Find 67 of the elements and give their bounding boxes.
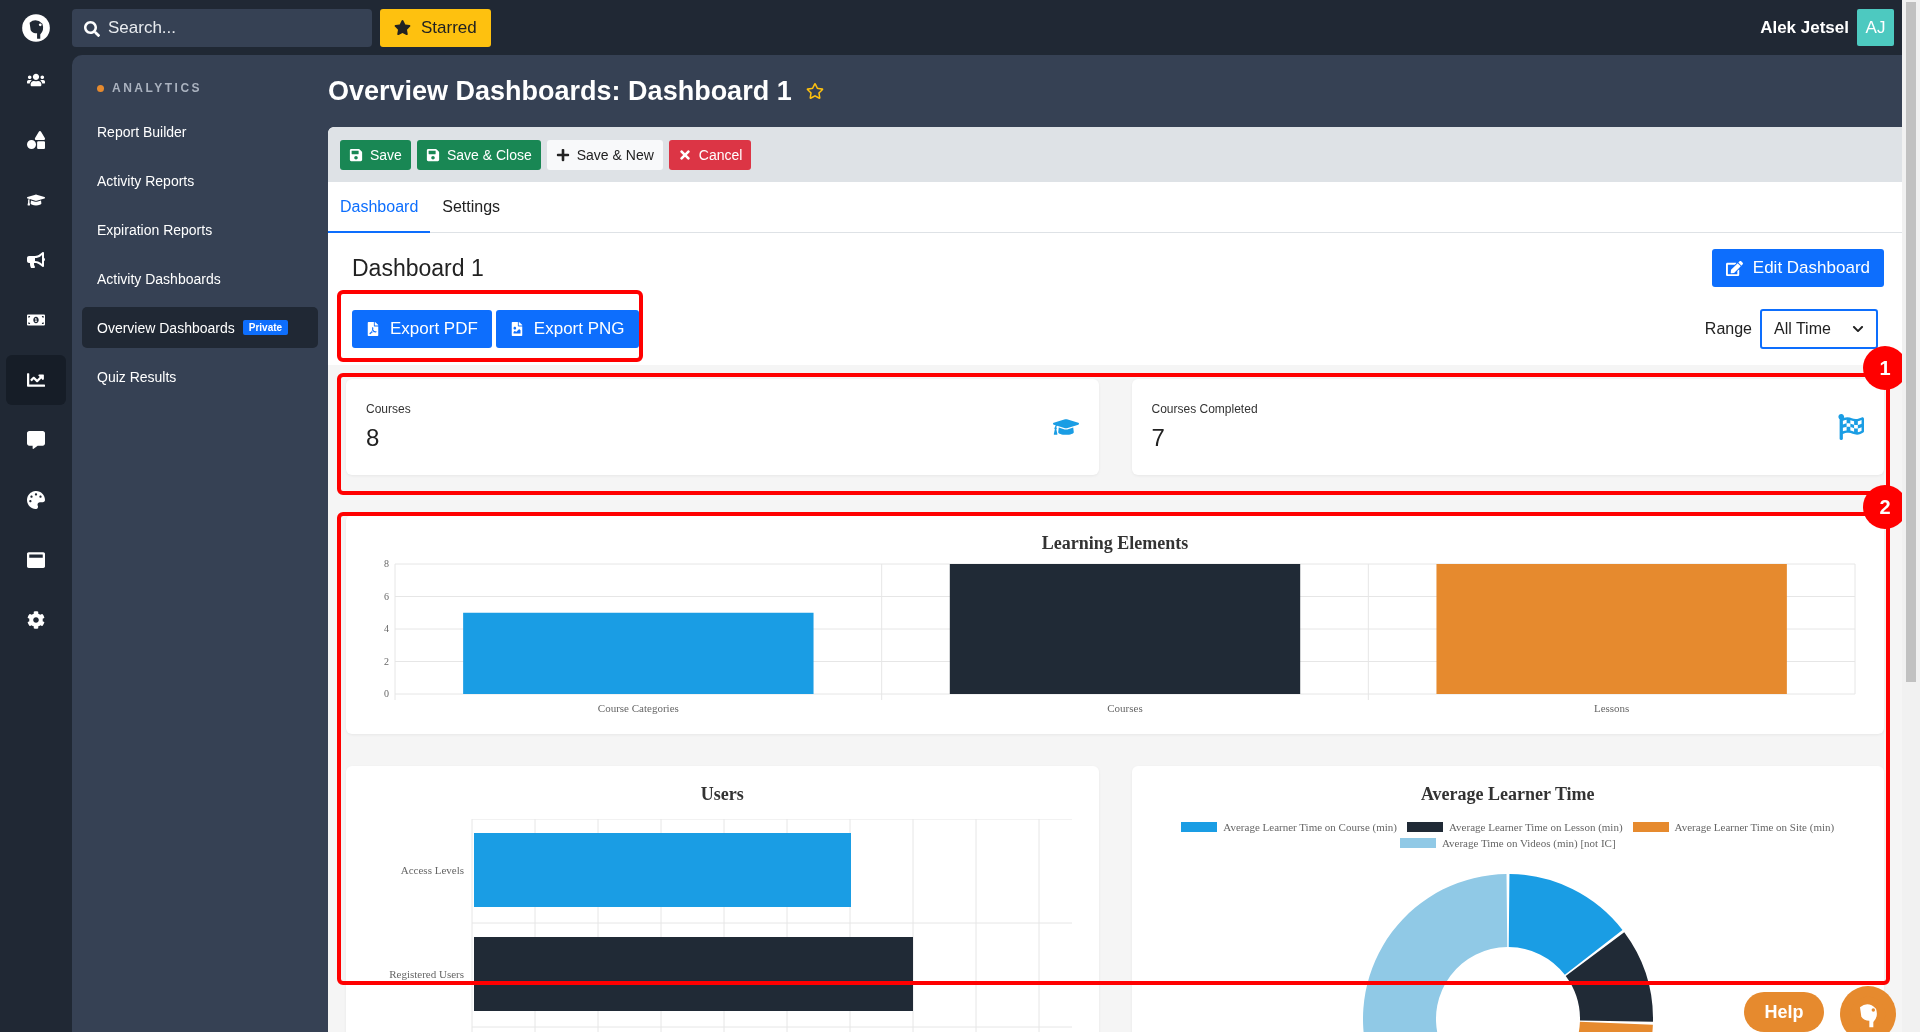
- chart-title: Users: [700, 784, 744, 805]
- users-icon: [27, 71, 45, 89]
- chart-title: Average Learner Time: [1420, 784, 1595, 805]
- sidebar-item[interactable]: Activity Dashboards: [82, 258, 318, 299]
- axis-category-label: Lessons: [1593, 702, 1630, 714]
- legend-item[interactable]: Average Time on Videos (min) [not IC]: [1399, 837, 1616, 849]
- save-icon: [349, 147, 363, 162]
- user-name[interactable]: Alek Jetsel: [1760, 17, 1849, 38]
- edit-icon: [1725, 259, 1743, 277]
- pdf-file-icon: [366, 322, 380, 336]
- toolbar-button[interactable]: Cancel: [668, 139, 752, 170]
- dashboard-title: Dashboard 1: [352, 254, 484, 282]
- range-label: Range: [1704, 320, 1752, 338]
- star-icon[interactable]: [805, 82, 824, 100]
- toolbar-button[interactable]: Save & Close: [416, 139, 541, 170]
- chat-icon: [27, 431, 45, 449]
- chart-icon: [27, 371, 45, 389]
- chart-title: Learning Elements: [1041, 533, 1189, 554]
- settings-icon: [27, 611, 45, 629]
- elephant-logo-icon: [20, 11, 52, 44]
- stat-label: Courses: [366, 402, 411, 416]
- megaphone-icon: [27, 251, 45, 269]
- sidebar-item[interactable]: Report Builder: [82, 111, 318, 152]
- section-heading: ANALYTICS: [82, 73, 318, 103]
- legend-item[interactable]: Average Learner Time on Lesson (min): [1406, 821, 1623, 833]
- sidebar-item[interactable]: Expiration Reports: [82, 209, 318, 250]
- palette-icon: [27, 491, 45, 509]
- axis-category-label: Registered Users: [389, 968, 465, 980]
- save-icon: [425, 147, 440, 162]
- axis-category-label: Access Levels: [401, 864, 465, 876]
- axis-tick-label: 0: [384, 688, 389, 699]
- search-icon: [84, 20, 100, 37]
- axis-tick-label: 2: [384, 655, 389, 667]
- axis-tick-label: 4: [384, 623, 389, 634]
- tab[interactable]: Settings: [430, 182, 513, 233]
- starred-button[interactable]: Starred: [380, 8, 491, 47]
- checkered-flag-icon: [1838, 414, 1864, 440]
- legend-item[interactable]: Average Learner Time on Course (min): [1181, 821, 1397, 833]
- star-icon: [394, 19, 411, 36]
- window-icon: [27, 551, 45, 569]
- nav-rail-button[interactable]: [6, 355, 66, 405]
- private-badge: Private: [242, 320, 289, 335]
- shapes-icon: [27, 131, 45, 149]
- scrollbar[interactable]: [1902, 0, 1920, 1032]
- export-button[interactable]: Export PDF: [352, 310, 492, 348]
- close-icon: [677, 147, 692, 162]
- export-button[interactable]: Export PNG: [495, 310, 639, 348]
- axis-tick-label: 6: [384, 590, 389, 602]
- axis-tick-label: 8: [384, 558, 389, 569]
- range-select[interactable]: All Time: [1760, 309, 1878, 349]
- chevron-down-icon: [1852, 323, 1864, 335]
- search-field[interactable]: Search...: [72, 8, 372, 47]
- plus-icon: [555, 147, 570, 162]
- legend-item[interactable]: Average Learner Time on Site (min): [1632, 821, 1835, 833]
- edit-dashboard-button[interactable]: Edit Dashboard: [1711, 249, 1884, 287]
- toolbar-button[interactable]: Save: [340, 139, 411, 170]
- sidebar-item[interactable]: Overview Dashboards Private: [82, 307, 318, 348]
- sidebar-item[interactable]: Quiz Results: [82, 356, 318, 397]
- sidebar-item[interactable]: Activity Reports: [82, 160, 318, 201]
- stat-value: 8: [366, 424, 381, 452]
- axis-category-label: Courses: [1107, 702, 1143, 714]
- stat-label: Courses Completed: [1151, 402, 1258, 416]
- image-file-icon: [509, 322, 524, 336]
- toolbar-button[interactable]: Save & New: [546, 139, 663, 170]
- stat-value: 7: [1151, 424, 1166, 452]
- page-title: Overview Dashboards: Dashboard 1: [328, 75, 792, 107]
- axis-category-label: Course Categories: [597, 702, 679, 714]
